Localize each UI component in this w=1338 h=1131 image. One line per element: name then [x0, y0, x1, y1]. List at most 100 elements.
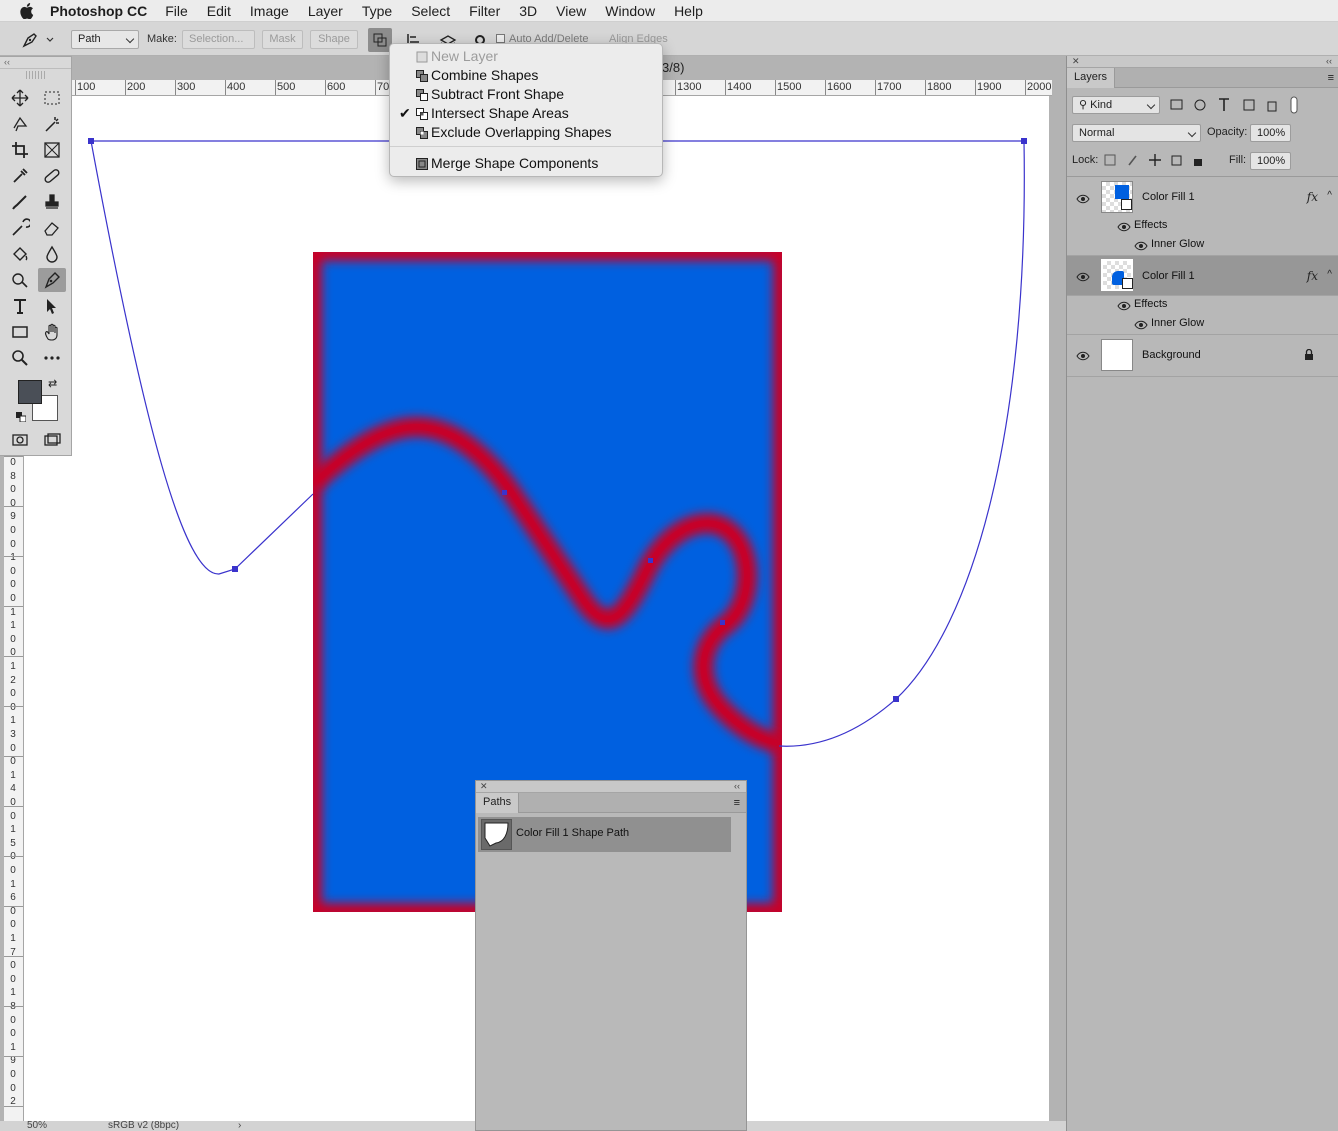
- blend-mode-select[interactable]: Normal: [1072, 124, 1201, 142]
- anchor-point[interactable]: [232, 566, 238, 572]
- menu-filter[interactable]: Filter: [469, 3, 500, 19]
- lock-artboard-icon[interactable]: [1171, 155, 1182, 166]
- collapse-icon[interactable]: ‹‹: [0, 57, 71, 69]
- panel-grip[interactable]: [26, 71, 45, 79]
- menu-layer[interactable]: Layer: [308, 3, 343, 19]
- type-filter-icon[interactable]: [1219, 98, 1229, 111]
- frame-tool-icon[interactable]: [38, 138, 66, 162]
- menu-image[interactable]: Image: [250, 3, 289, 19]
- panel-menu-icon[interactable]: ≡: [734, 797, 740, 809]
- anchor-point[interactable]: [1021, 138, 1027, 144]
- make-selection-button[interactable]: Selection...: [182, 30, 255, 49]
- pixel-filter-icon[interactable]: [1170, 99, 1183, 110]
- menu-item-new-layer[interactable]: New Layer: [390, 47, 662, 66]
- menu-item-subtract-front-shape[interactable]: Subtract Front Shape: [390, 85, 662, 104]
- collapse-effects-icon[interactable]: ^: [1327, 190, 1332, 201]
- lock-transparent-icon[interactable]: [1104, 154, 1116, 166]
- filter-kind-select[interactable]: ⚲ Kind: [1072, 96, 1160, 114]
- dodge-tool-icon[interactable]: [6, 268, 34, 292]
- lock-image-icon[interactable]: [1128, 155, 1137, 166]
- menu-3d[interactable]: 3D: [519, 3, 537, 19]
- effects-eye-icon[interactable]: [1117, 301, 1131, 311]
- fill-input[interactable]: 100%: [1250, 152, 1291, 170]
- layer-row[interactable]: Color Fill 1 fx ^ Effects Inner Glow: [1067, 177, 1338, 256]
- zoom-tool-icon[interactable]: [6, 346, 34, 370]
- menu-item-combine-shapes[interactable]: Combine Shapes: [390, 66, 662, 85]
- menu-help[interactable]: Help: [674, 3, 703, 19]
- lock-position-icon[interactable]: [1149, 154, 1161, 166]
- brush-tool-icon[interactable]: [6, 190, 34, 214]
- path-selection-icon[interactable]: [38, 294, 66, 318]
- path-name[interactable]: Color Fill 1 Shape Path: [516, 827, 629, 839]
- effects-eye-icon[interactable]: [1117, 222, 1131, 232]
- zoom-level[interactable]: 50%: [27, 1121, 47, 1131]
- smart-object-filter-icon[interactable]: [1267, 101, 1277, 112]
- eraser-icon[interactable]: [38, 216, 66, 240]
- menu-window[interactable]: Window: [605, 3, 655, 19]
- filter-toggle[interactable]: [1290, 96, 1298, 114]
- marquee-tool-icon[interactable]: [38, 86, 66, 110]
- collapse-icon[interactable]: ‹‹: [734, 781, 740, 792]
- anchor-point[interactable]: [88, 138, 94, 144]
- effect-name[interactable]: Inner Glow: [1151, 317, 1204, 329]
- app-name[interactable]: Photoshop CC: [50, 3, 147, 19]
- menu-view[interactable]: View: [556, 3, 586, 19]
- layer-thumbnail[interactable]: [1101, 259, 1133, 291]
- menu-select[interactable]: Select: [411, 3, 450, 19]
- tab-layers[interactable]: Layers: [1067, 68, 1116, 88]
- apple-icon[interactable]: [20, 2, 36, 19]
- status-arrow-icon[interactable]: ›: [238, 1121, 241, 1131]
- crop-tool-icon[interactable]: [6, 138, 34, 162]
- menu-edit[interactable]: Edit: [207, 3, 231, 19]
- layer-row-background[interactable]: Background: [1067, 335, 1338, 377]
- shape-filter-icon[interactable]: [1243, 99, 1255, 111]
- fx-badge[interactable]: fx: [1307, 269, 1318, 283]
- rectangle-tool-icon[interactable]: [6, 320, 34, 344]
- foreground-color-swatch[interactable]: [18, 380, 42, 404]
- anchor-point[interactable]: [893, 696, 899, 702]
- menu-item-intersect-shape-areas[interactable]: ✔ Intersect Shape Areas: [390, 104, 662, 123]
- paint-bucket-icon[interactable]: [6, 242, 34, 266]
- more-tools-icon[interactable]: [38, 346, 66, 370]
- visibility-eye-icon[interactable]: [1076, 351, 1090, 361]
- default-colors-icon[interactable]: [16, 409, 27, 423]
- history-brush-icon[interactable]: [6, 216, 34, 240]
- path-row[interactable]: Color Fill 1 Shape Path: [478, 817, 731, 852]
- layer-row-selected[interactable]: Color Fill 1 fx ^: [1067, 256, 1338, 296]
- panel-close-icon[interactable]: ✕ ‹‹: [1067, 56, 1338, 68]
- healing-brush-icon[interactable]: [38, 164, 66, 188]
- make-shape-button[interactable]: Shape: [310, 30, 358, 49]
- type-tool-icon[interactable]: [6, 294, 34, 318]
- lock-all-icon[interactable]: [1194, 159, 1202, 166]
- menu-item-exclude-overlapping-shapes[interactable]: Exclude Overlapping Shapes: [390, 123, 662, 142]
- color-profile[interactable]: sRGB v2 (8bpc): [108, 1121, 179, 1131]
- path-thumbnail[interactable]: [481, 819, 512, 850]
- collapse-icon[interactable]: ‹‹: [1326, 56, 1332, 67]
- visibility-eye-icon[interactable]: [1076, 194, 1090, 204]
- layer-name[interactable]: Color Fill 1: [1142, 270, 1195, 282]
- document-tab-title[interactable]: 3/8): [662, 60, 684, 75]
- move-tool-icon[interactable]: [6, 86, 34, 110]
- layer-thumbnail[interactable]: [1101, 181, 1133, 213]
- effect-name[interactable]: Inner Glow: [1151, 238, 1204, 250]
- clone-stamp-icon[interactable]: [38, 190, 66, 214]
- magic-wand-icon[interactable]: [38, 112, 66, 136]
- inner-glow-eye-icon[interactable]: [1134, 320, 1148, 330]
- adjustment-filter-icon[interactable]: [1194, 99, 1206, 111]
- collapse-effects-icon[interactable]: ^: [1327, 269, 1332, 280]
- pen-tool-icon[interactable]: [38, 268, 66, 292]
- fx-badge[interactable]: fx: [1307, 190, 1318, 204]
- panel-menu-icon[interactable]: ≡: [1328, 72, 1334, 84]
- tab-paths[interactable]: Paths: [476, 793, 520, 813]
- lock-icon[interactable]: [1304, 349, 1314, 361]
- lasso-tool-icon[interactable]: [6, 112, 34, 136]
- inner-glow-eye-icon[interactable]: [1134, 241, 1148, 251]
- layer-name[interactable]: Background: [1142, 349, 1201, 361]
- menu-type[interactable]: Type: [362, 3, 392, 19]
- opacity-input[interactable]: 100%: [1250, 124, 1291, 142]
- screen-mode-icon[interactable]: [38, 428, 66, 452]
- anchor-point[interactable]: [648, 558, 653, 563]
- hand-tool-icon[interactable]: [38, 320, 66, 344]
- layer-thumbnail[interactable]: [1101, 339, 1133, 371]
- menu-file[interactable]: File: [165, 3, 188, 19]
